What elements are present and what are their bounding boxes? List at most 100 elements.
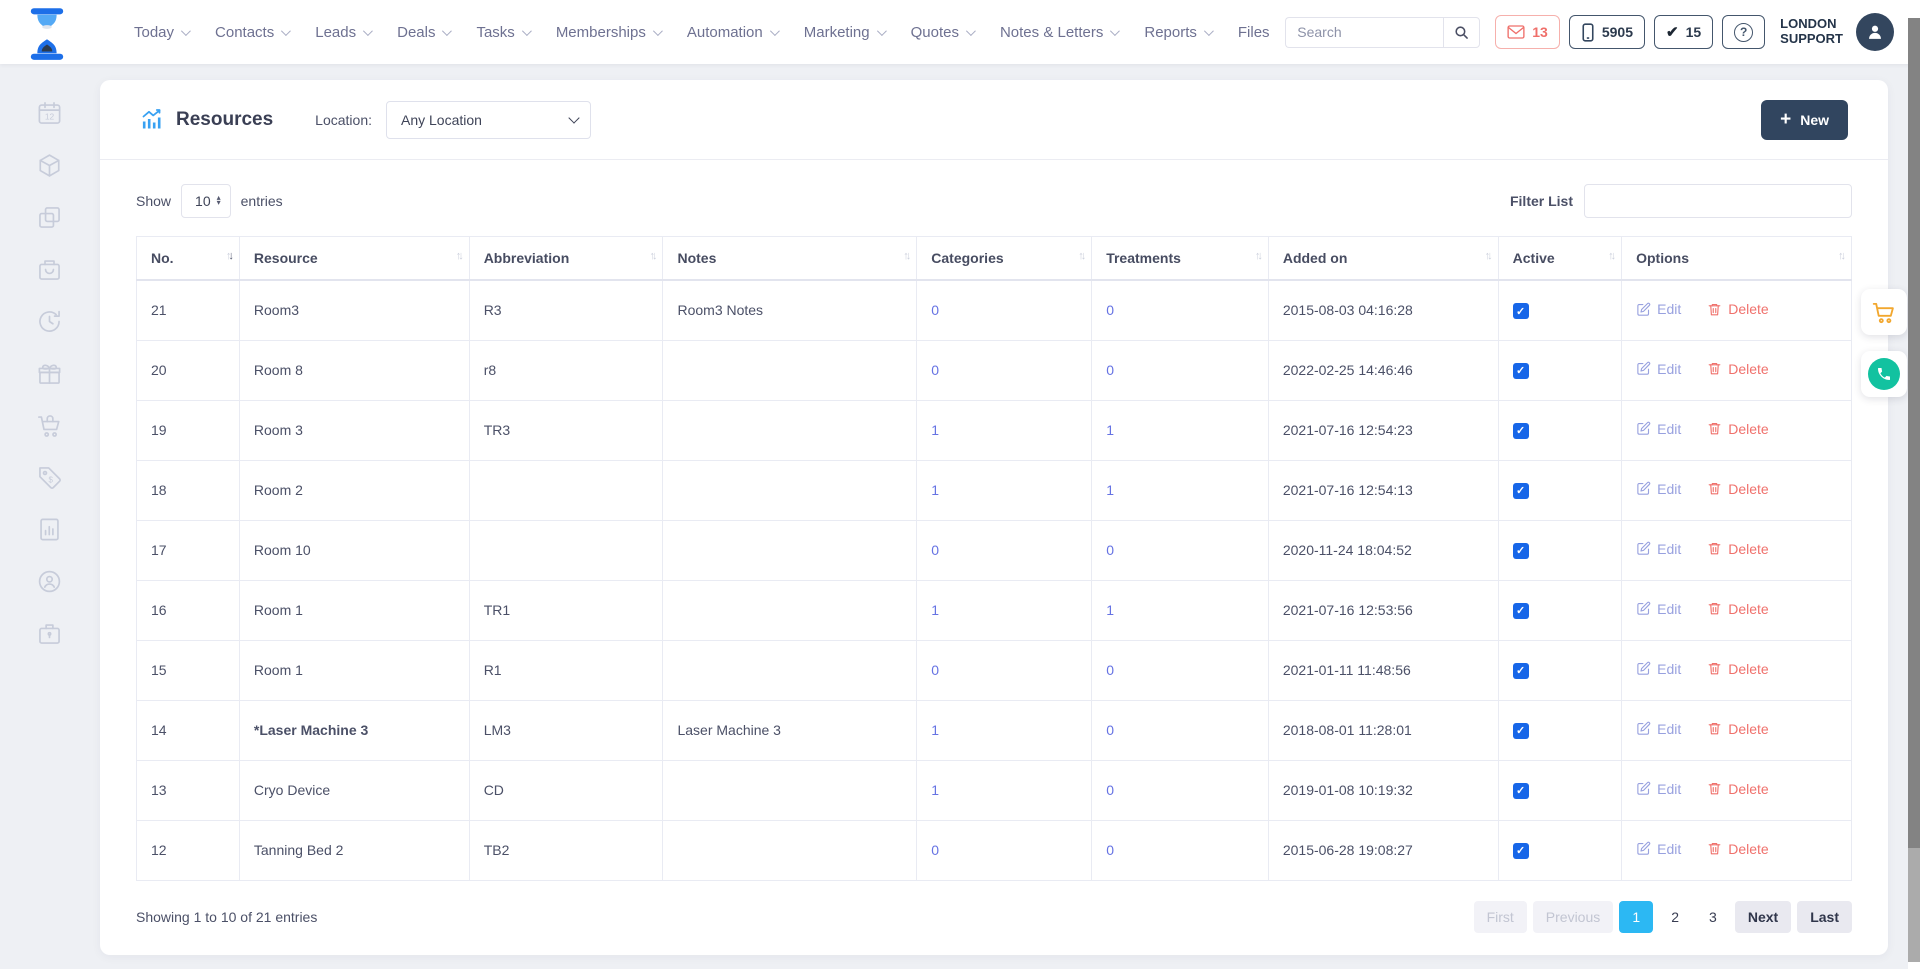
delete-button[interactable]: Delete xyxy=(1707,721,1768,737)
search-input[interactable] xyxy=(1285,17,1443,48)
pages-icon[interactable] xyxy=(36,204,63,231)
categories-count-link[interactable]: 0 xyxy=(931,362,939,378)
pagination-next[interactable]: Next xyxy=(1735,901,1791,933)
column-header-treatments[interactable]: Treatments↑↓ xyxy=(1092,237,1269,281)
nav-item-leads[interactable]: Leads xyxy=(315,24,370,41)
column-header-added-on[interactable]: Added on↑↓ xyxy=(1268,237,1498,281)
treatments-count-link[interactable]: 0 xyxy=(1106,542,1114,558)
active-checkbox[interactable]: ✓ xyxy=(1513,603,1529,619)
delete-button[interactable]: Delete xyxy=(1707,661,1768,677)
treatments-count-link[interactable]: 0 xyxy=(1106,842,1114,858)
pagination-page-2[interactable]: 2 xyxy=(1659,901,1691,933)
delete-button[interactable]: Delete xyxy=(1707,361,1768,377)
pagination-previous[interactable]: Previous xyxy=(1533,901,1613,933)
delete-button[interactable]: Delete xyxy=(1707,541,1768,557)
categories-count-link[interactable]: 0 xyxy=(931,542,939,558)
nav-item-memberships[interactable]: Memberships xyxy=(556,24,660,41)
cart-icon[interactable] xyxy=(36,412,63,439)
cart-fab-button[interactable] xyxy=(1861,289,1907,335)
active-checkbox[interactable]: ✓ xyxy=(1513,303,1529,319)
edit-button[interactable]: Edit xyxy=(1636,301,1681,317)
tasks-badge[interactable]: ✔ 15 xyxy=(1654,15,1713,49)
edit-button[interactable]: Edit xyxy=(1636,781,1681,797)
categories-count-link[interactable]: 0 xyxy=(931,662,939,678)
user-avatar[interactable] xyxy=(1856,13,1894,51)
column-header-options[interactable]: Options↑↓ xyxy=(1622,237,1852,281)
pagination-page-1[interactable]: 1 xyxy=(1619,901,1653,933)
delete-button[interactable]: Delete xyxy=(1707,601,1768,617)
filter-input[interactable] xyxy=(1584,184,1852,218)
pagination-page-3[interactable]: 3 xyxy=(1697,901,1729,933)
scrollbar-track[interactable] xyxy=(1908,848,1920,962)
edit-button[interactable]: Edit xyxy=(1636,481,1681,497)
categories-count-link[interactable]: 0 xyxy=(931,842,939,858)
nav-item-reports[interactable]: Reports xyxy=(1144,24,1211,41)
categories-count-link[interactable]: 1 xyxy=(931,602,939,618)
treatments-count-link[interactable]: 0 xyxy=(1106,722,1114,738)
active-checkbox[interactable]: ✓ xyxy=(1513,483,1529,499)
active-checkbox[interactable]: ✓ xyxy=(1513,723,1529,739)
treatments-count-link[interactable]: 0 xyxy=(1106,662,1114,678)
history-icon[interactable] xyxy=(36,308,63,335)
gift-icon[interactable] xyxy=(36,360,63,387)
new-button[interactable]: + New xyxy=(1761,100,1848,140)
nav-item-files[interactable]: Files xyxy=(1238,24,1270,41)
package-icon[interactable] xyxy=(36,152,63,179)
treatments-count-link[interactable]: 0 xyxy=(1106,302,1114,318)
mail-badge[interactable]: 13 xyxy=(1495,15,1560,49)
nav-item-automation[interactable]: Automation xyxy=(687,24,777,41)
categories-count-link[interactable]: 1 xyxy=(931,722,939,738)
edit-button[interactable]: Edit xyxy=(1636,421,1681,437)
price-tag-icon[interactable]: $ xyxy=(36,464,63,491)
nav-item-contacts[interactable]: Contacts xyxy=(215,24,288,41)
edit-button[interactable]: Edit xyxy=(1636,661,1681,677)
customer-icon[interactable] xyxy=(36,568,63,595)
categories-count-link[interactable]: 1 xyxy=(931,482,939,498)
phone-badge[interactable]: 5905 xyxy=(1569,15,1645,49)
edit-button[interactable]: Edit xyxy=(1636,541,1681,557)
brand-logo-hourglass-icon[interactable] xyxy=(26,6,68,62)
column-header-abbreviation[interactable]: Abbreviation↑↓ xyxy=(469,237,663,281)
help-button[interactable]: ? xyxy=(1722,15,1765,49)
nav-item-today[interactable]: Today xyxy=(134,24,188,41)
column-header-notes[interactable]: Notes↑↓ xyxy=(663,237,917,281)
scrollbar-thumb[interactable] xyxy=(1908,18,1920,848)
active-checkbox[interactable]: ✓ xyxy=(1513,783,1529,799)
calendar-icon[interactable]: 12 xyxy=(36,100,63,127)
column-header-categories[interactable]: Categories↑↓ xyxy=(917,237,1092,281)
register-icon[interactable] xyxy=(36,256,63,283)
delete-button[interactable]: Delete xyxy=(1707,481,1768,497)
delete-button[interactable]: Delete xyxy=(1707,301,1768,317)
delete-button[interactable]: Delete xyxy=(1707,421,1768,437)
column-header-active[interactable]: Active↑↓ xyxy=(1498,237,1621,281)
pagination-last[interactable]: Last xyxy=(1797,901,1852,933)
call-fab-button[interactable] xyxy=(1861,351,1907,397)
edit-button[interactable]: Edit xyxy=(1636,721,1681,737)
entries-per-page-select[interactable]: 10 ▴▾ xyxy=(181,184,231,218)
nav-item-marketing[interactable]: Marketing xyxy=(804,24,884,41)
location-select[interactable]: Any Location xyxy=(386,101,591,139)
categories-count-link[interactable]: 1 xyxy=(931,422,939,438)
treatments-count-link[interactable]: 1 xyxy=(1106,422,1114,438)
treatments-count-link[interactable]: 1 xyxy=(1106,602,1114,618)
active-checkbox[interactable]: ✓ xyxy=(1513,663,1529,679)
pagination-first[interactable]: First xyxy=(1474,901,1527,933)
nav-item-notes-letters[interactable]: Notes & Letters xyxy=(1000,24,1117,41)
delete-button[interactable]: Delete xyxy=(1707,841,1768,857)
active-checkbox[interactable]: ✓ xyxy=(1513,363,1529,379)
case-icon[interactable] xyxy=(36,620,63,647)
treatments-count-link[interactable]: 1 xyxy=(1106,482,1114,498)
nav-item-quotes[interactable]: Quotes xyxy=(911,24,973,41)
categories-count-link[interactable]: 1 xyxy=(931,782,939,798)
nav-item-deals[interactable]: Deals xyxy=(397,24,449,41)
categories-count-link[interactable]: 0 xyxy=(931,302,939,318)
treatments-count-link[interactable]: 0 xyxy=(1106,362,1114,378)
active-checkbox[interactable]: ✓ xyxy=(1513,843,1529,859)
nav-item-tasks[interactable]: Tasks xyxy=(476,24,528,41)
active-checkbox[interactable]: ✓ xyxy=(1513,423,1529,439)
delete-button[interactable]: Delete xyxy=(1707,781,1768,797)
column-header-no[interactable]: No.↑↓ xyxy=(137,237,240,281)
column-header-resource[interactable]: Resource↑↓ xyxy=(239,237,469,281)
report-icon[interactable] xyxy=(36,516,63,543)
search-button[interactable] xyxy=(1443,17,1480,48)
